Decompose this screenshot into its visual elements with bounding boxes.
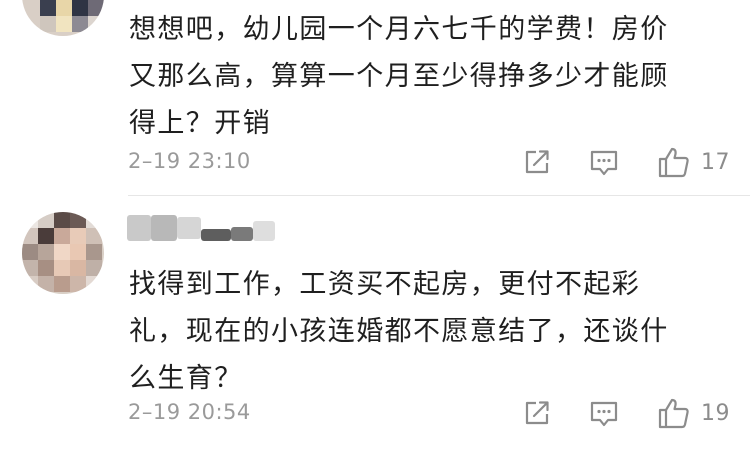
comment-timestamp: 2–19 23:10 — [128, 149, 251, 173]
comment-item: 想想吧，幼儿园一个月六七千的学费！房价 又那么高，算算一个月至少得挣多少才能顾 … — [0, 0, 750, 196]
avatar[interactable] — [22, 212, 104, 294]
comment-timestamp: 2–19 20:54 — [128, 400, 251, 424]
comment-item: 找得到工作，工资买不起房，更付不起彩 礼，现在的小孩连婚都不愿意结了，还谈什 么… — [0, 196, 750, 451]
share-square-icon — [525, 150, 549, 174]
avatar[interactable] — [22, 0, 104, 36]
thumbs-up-icon — [658, 398, 689, 429]
comment-text: 想想吧，幼儿园一个月六七千的学费！房价 又那么高，算算一个月至少得挣多少才能顾 … — [129, 14, 669, 139]
reply-button[interactable] — [589, 400, 619, 428]
reply-button[interactable] — [589, 149, 619, 177]
like-count: 17 — [701, 149, 730, 175]
comment-bubble-icon — [590, 401, 618, 427]
like-button[interactable]: 19 — [657, 396, 730, 430]
comment-text: 找得到工作，工资买不起房，更付不起彩 礼，现在的小孩连婚都不愿意结了，还谈什 么… — [129, 269, 669, 394]
share-square-icon — [525, 401, 549, 425]
like-button[interactable]: 17 — [657, 145, 730, 179]
share-button[interactable] — [522, 147, 552, 177]
username-blurred[interactable] — [127, 213, 275, 245]
like-count: 19 — [701, 400, 730, 426]
share-button[interactable] — [522, 398, 552, 428]
comment-bubble-icon — [590, 150, 618, 176]
thumbs-up-icon — [658, 147, 689, 178]
